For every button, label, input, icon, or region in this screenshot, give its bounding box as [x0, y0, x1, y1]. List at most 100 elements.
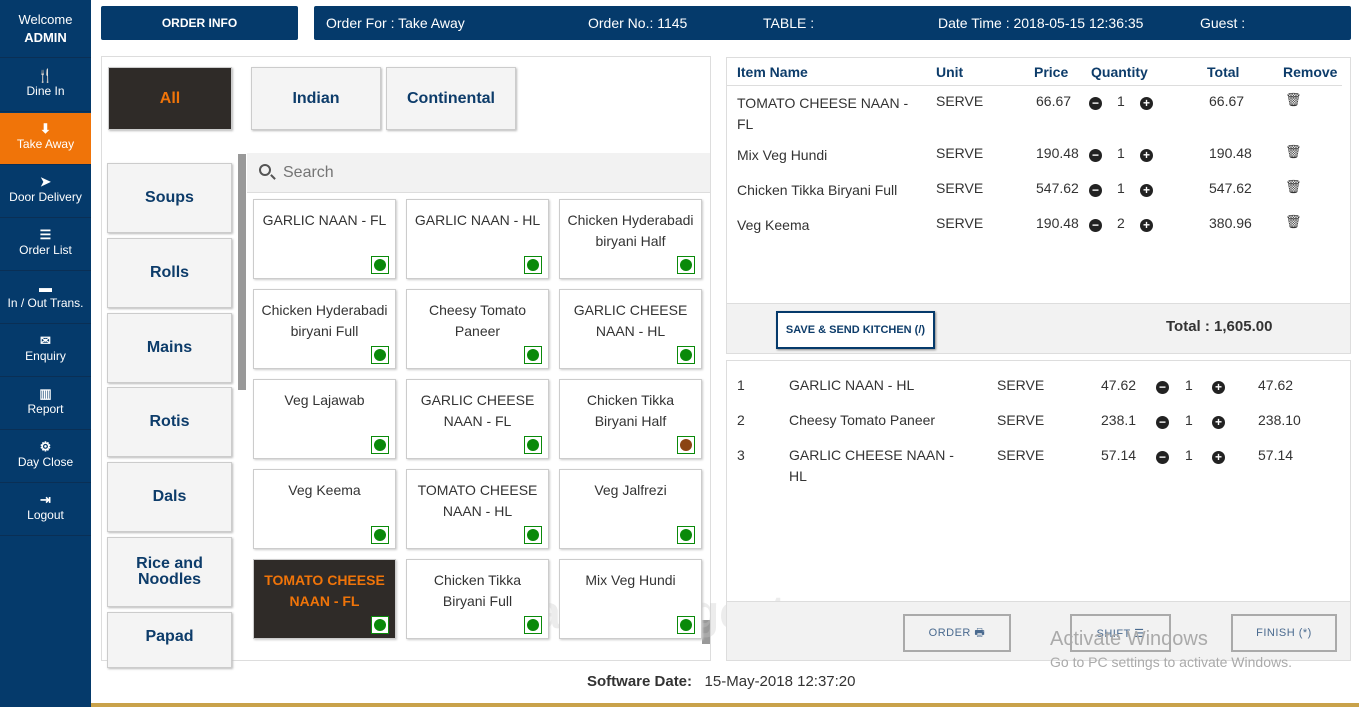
increase-quantity-icon[interactable]: + [1140, 97, 1153, 110]
item-price: 66.67 [1036, 93, 1072, 109]
category-papad[interactable]: Papad [107, 612, 232, 668]
sidebar-item-day-close[interactable]: ⚙ Day Close [0, 431, 91, 483]
sidebar-item-report[interactable]: ▥ Report [0, 378, 91, 430]
decrease-quantity-icon[interactable]: − [1156, 451, 1169, 464]
sidebar-item-label: Take Away [16, 137, 75, 151]
item-unit: SERVE [936, 215, 984, 231]
item-price: 47.62 [1101, 377, 1137, 393]
trash-icon[interactable]: 🗑 [1285, 179, 1302, 195]
veg-indicator-icon [677, 256, 695, 274]
column-header-total: Total [1207, 64, 1240, 80]
item-quantity: 1 [1185, 447, 1193, 463]
increase-quantity-icon[interactable]: + [1212, 381, 1225, 394]
guest-label: Guest : [1200, 15, 1246, 31]
row-number: 1 [737, 377, 745, 393]
sidebar-item-dine-in[interactable]: 🍴 Dine In [0, 60, 91, 112]
decrease-quantity-icon[interactable]: − [1156, 381, 1169, 394]
category-rotis[interactable]: Rotis [107, 387, 232, 457]
menu-item-name: Chicken Hyderabadi biryani Full [261, 302, 388, 339]
increase-quantity-icon[interactable]: + [1140, 184, 1153, 197]
sidebar-item-label: Report [27, 402, 64, 416]
decrease-quantity-icon[interactable]: − [1089, 184, 1102, 197]
order-info-button[interactable]: ORDER INFO [101, 6, 298, 40]
menu-item[interactable]: Chicken Tikka Biryani Full [406, 559, 549, 639]
sidebar-item-door-delivery[interactable]: ➤ Door Delivery [0, 166, 91, 218]
veg-indicator-icon [677, 526, 695, 544]
item-price: 190.48 [1036, 145, 1079, 161]
order-print-button[interactable]: ORDER 🖶 [903, 614, 1011, 652]
item-name: TOMATO CHEESE NAAN - FL [737, 95, 909, 132]
decrease-quantity-icon[interactable]: − [1089, 97, 1102, 110]
sidebar-item-enquiry[interactable]: ✉ Enquiry [0, 325, 91, 377]
menu-item[interactable]: Veg Jalfrezi [559, 469, 702, 549]
order-number: Order No.: 1145 [588, 15, 688, 31]
category-dals[interactable]: Dals [107, 462, 232, 532]
sidebar-item-label: Logout [27, 508, 64, 522]
category-mains[interactable]: Mains [107, 313, 232, 383]
save-send-kitchen-button[interactable]: SAVE & SEND KITCHEN (/) [776, 311, 935, 349]
sidebar-item-take-away[interactable]: ⬇ Take Away [0, 113, 91, 165]
menu-item-name: TOMATO CHEESE NAAN - FL [264, 572, 385, 609]
item-total: 547.62 [1209, 180, 1252, 196]
veg-indicator-icon [677, 436, 695, 454]
veg-indicator-icon [524, 616, 542, 634]
category-soups[interactable]: Soups [107, 163, 232, 233]
order-total: Total : 1,605.00 [1166, 318, 1273, 335]
menu-item[interactable]: Veg Keema [253, 469, 396, 549]
finish-button[interactable]: FINISH (*) [1231, 614, 1337, 652]
menu-item[interactable]: Veg Lajawab [253, 379, 396, 459]
decrease-quantity-icon[interactable]: − [1156, 416, 1169, 429]
veg-indicator-icon [371, 436, 389, 454]
menu-item[interactable]: GARLIC CHEESE NAAN - HL [559, 289, 702, 369]
menu-item[interactable]: GARLIC NAAN - FL [253, 199, 396, 279]
order-row: Chicken Tikka Biryani Full SERVE 547.62−1 +… [727, 179, 1347, 220]
sidebar-item-label: Door Delivery [9, 190, 82, 204]
decrease-quantity-icon[interactable]: − [1089, 149, 1102, 162]
decrease-quantity-icon[interactable]: − [1089, 219, 1102, 232]
software-date-value: 15-May-2018 12:37:20 [704, 673, 856, 690]
menu-item[interactable]: Chicken Hyderabadi biryani Full [253, 289, 396, 369]
category-rolls[interactable]: Rolls [107, 238, 232, 308]
trash-icon[interactable]: 🗑 [1285, 214, 1302, 230]
menu-item[interactable]: Chicken Hyderabadi biryani Half [559, 199, 702, 279]
menu-item[interactable]: GARLIC NAAN - HL [406, 199, 549, 279]
sidebar: Welcome ADMIN 🍴 Dine In ⬇ Take Away ➤ Door Del… [0, 0, 91, 707]
menu-item-name: Mix Veg Hundi [585, 572, 676, 588]
menu-item[interactable]: Cheesy Tomato Paneer [406, 289, 549, 369]
item-total: 66.67 [1209, 93, 1245, 109]
taskbar-edge [91, 703, 1359, 707]
minus-square-icon: ▬ [39, 280, 52, 295]
column-header-quantity: Quantity [1091, 64, 1148, 80]
increase-quantity-icon[interactable]: + [1212, 416, 1225, 429]
category-rice-and-noodles[interactable]: Rice and Noodles [107, 537, 232, 607]
trash-icon[interactable]: 🗑 [1285, 144, 1302, 160]
menu-item[interactable]: GARLIC CHEESE NAAN - FL [406, 379, 549, 459]
menu-item-name: Veg Jalfrezi [594, 482, 667, 498]
veg-indicator-icon [371, 346, 389, 364]
menu-item[interactable]: Chicken Tikka Biryani Half [559, 379, 702, 459]
item-name: Chicken Tikka Biryani Full [737, 182, 898, 198]
menu-item[interactable]: TOMATO CHEESE NAAN - HL [406, 469, 549, 549]
gear-icon: ⚙ [39, 439, 52, 454]
category-scrollbar[interactable] [238, 154, 246, 390]
item-total: 190.48 [1209, 145, 1252, 161]
menu-item[interactable]: Mix Veg Hundi [559, 559, 702, 639]
tab-all[interactable]: All [108, 67, 232, 130]
sidebar-item-order-list[interactable]: ☰ Order List [0, 219, 91, 271]
trash-icon[interactable]: 🗑 [1285, 92, 1302, 108]
search-input[interactable] [283, 161, 683, 185]
sidebar-item-label: Day Close [17, 455, 74, 469]
menu-item[interactable]: TOMATO CHEESE NAAN - FL [253, 559, 396, 639]
item-total: 57.14 [1258, 447, 1294, 463]
sidebar-item-logout[interactable]: ⇥ Logout [0, 484, 91, 536]
bar-chart-icon: ▥ [39, 386, 52, 401]
increase-quantity-icon[interactable]: + [1140, 149, 1153, 162]
tab-indian[interactable]: Indian [251, 67, 381, 130]
increase-quantity-icon[interactable]: + [1212, 451, 1225, 464]
search-icon [259, 164, 271, 176]
increase-quantity-icon[interactable]: + [1140, 219, 1153, 232]
order-for: Order For : Take Away [326, 15, 465, 31]
veg-indicator-icon [524, 526, 542, 544]
tab-continental[interactable]: Continental [386, 67, 516, 130]
sidebar-item-in-out-trans[interactable]: ▬ In / Out Trans. [0, 272, 91, 324]
